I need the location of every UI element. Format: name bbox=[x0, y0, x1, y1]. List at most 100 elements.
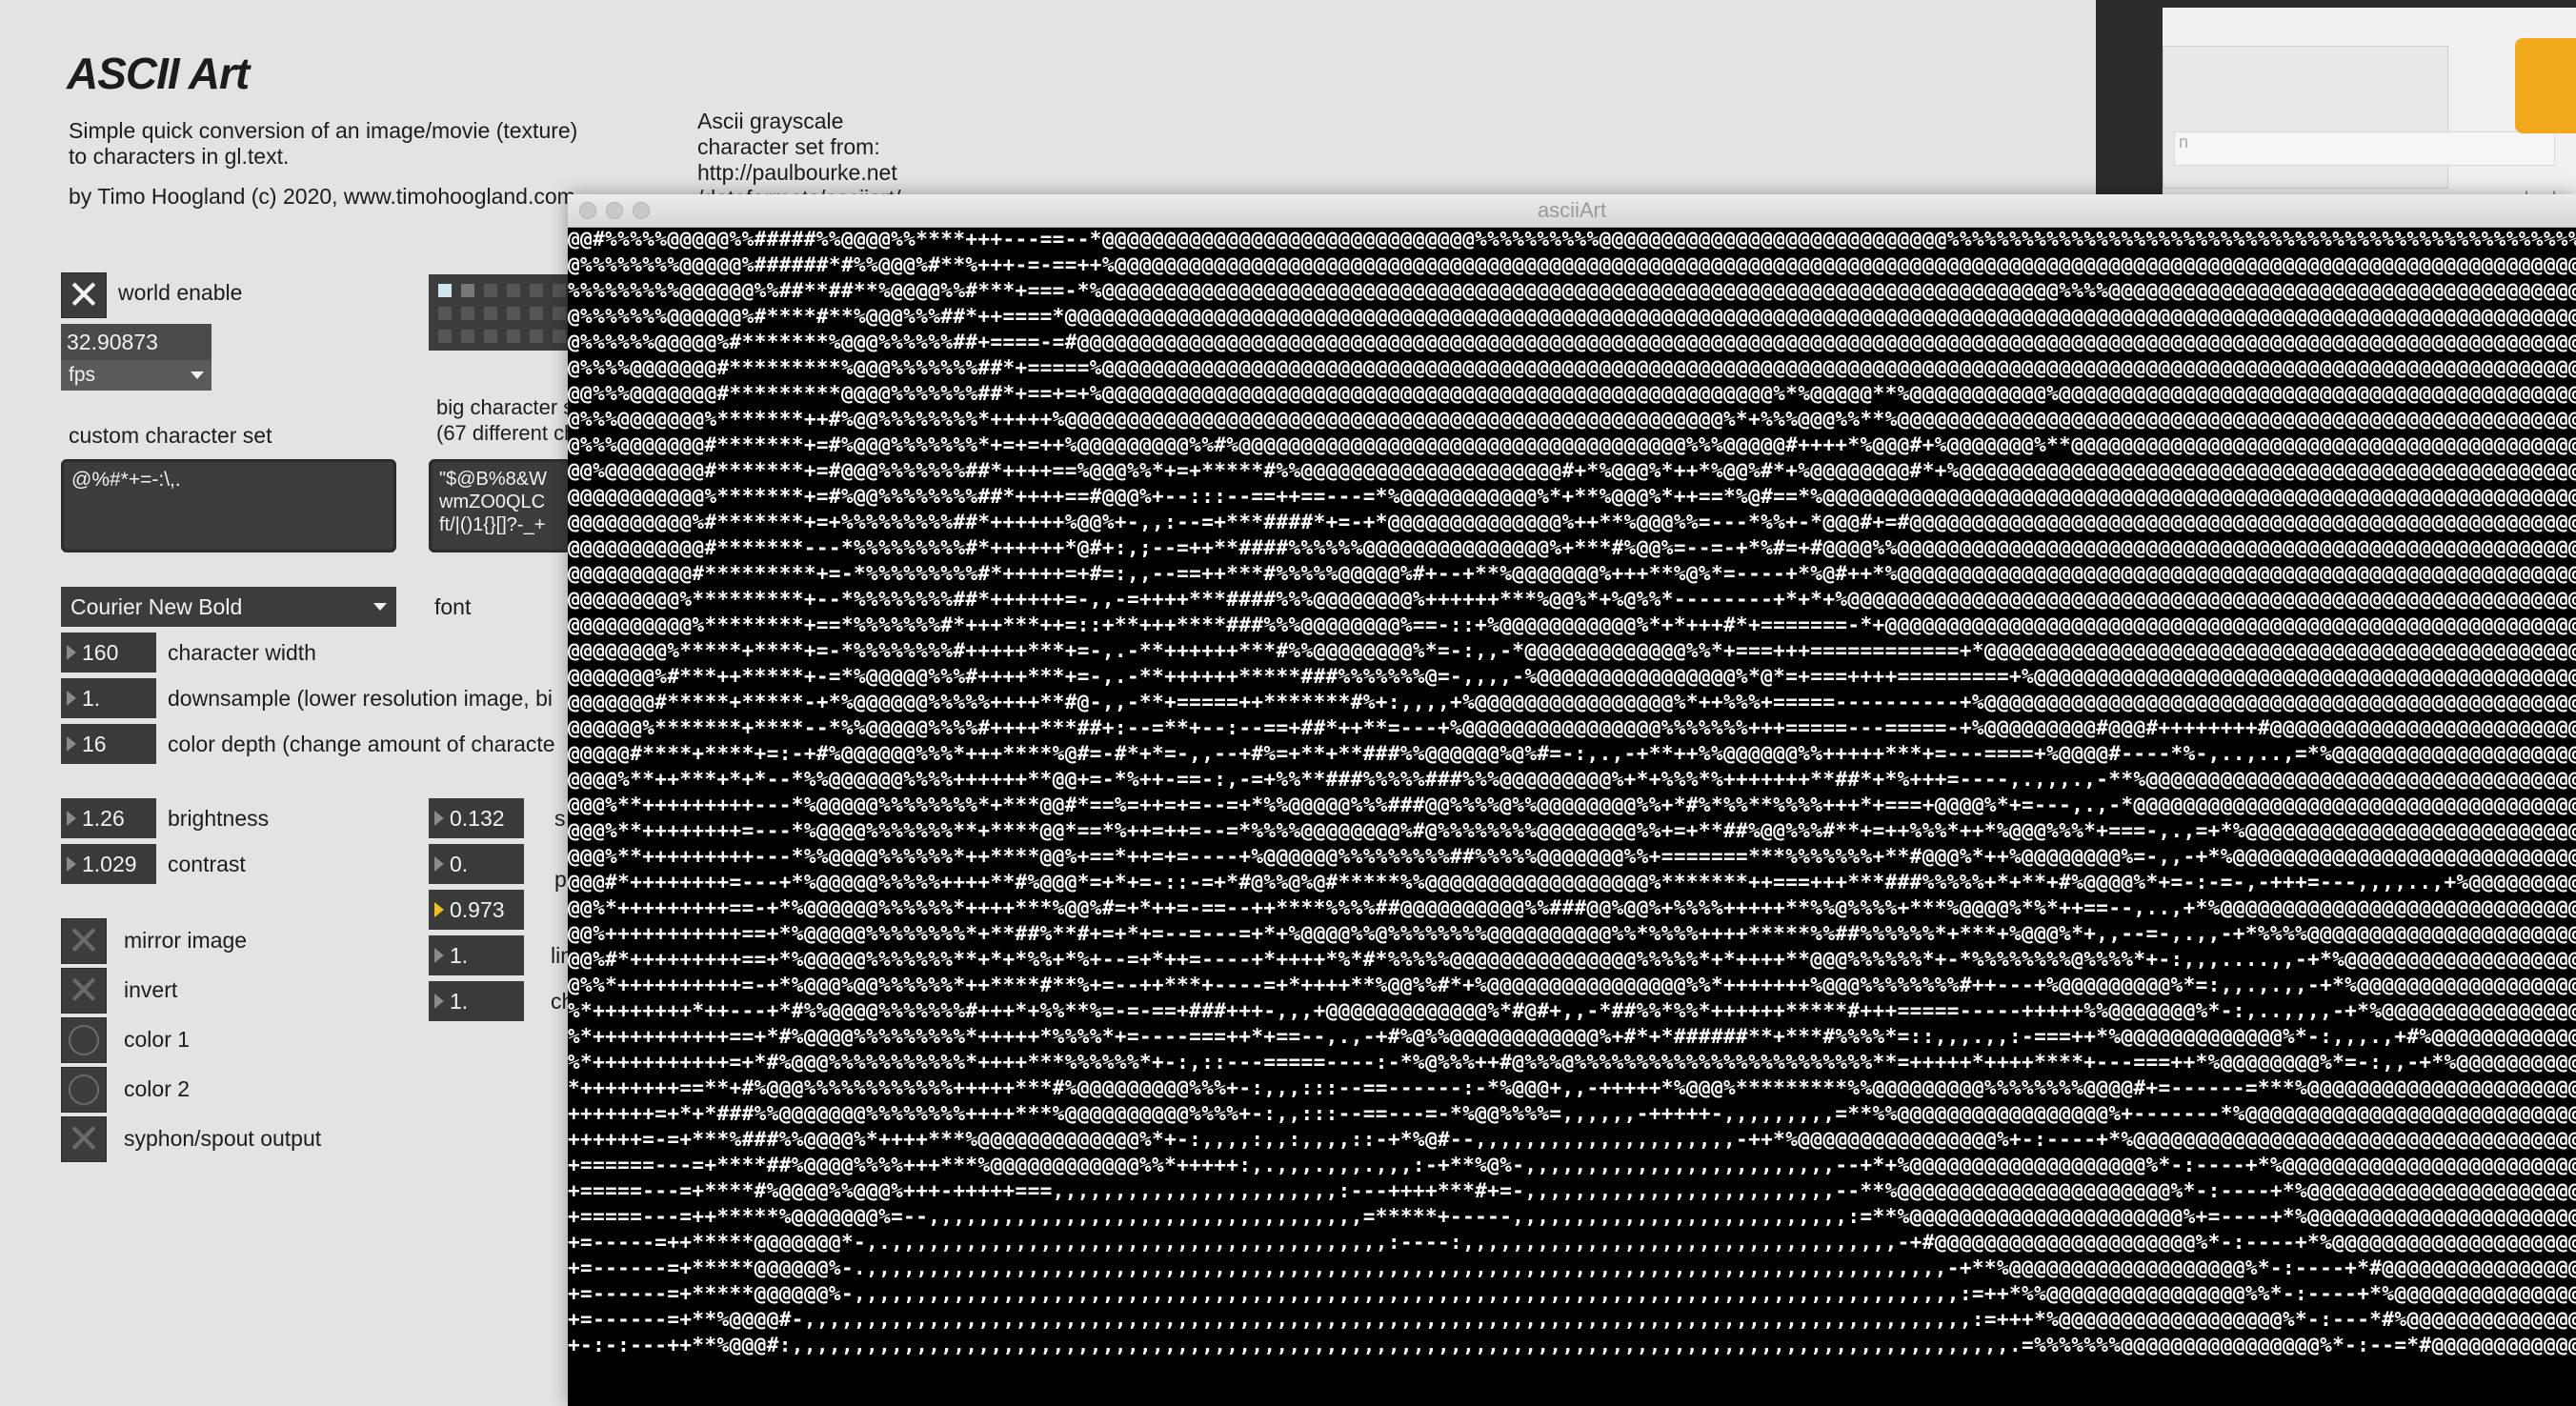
ascii-line: @@@@@@@@%*****+****+=-*%%%%%%%%#+++++***… bbox=[568, 639, 2576, 662]
matrix-cell[interactable] bbox=[438, 307, 452, 320]
big-charset-textedit[interactable]: "$@B%8&W wmZO0QLC ft/|()1{}[]?-_+ bbox=[429, 459, 572, 552]
invert-label: invert bbox=[124, 977, 178, 1002]
matrix-cell[interactable] bbox=[484, 307, 497, 320]
invert-toggle[interactable]: ✕ bbox=[61, 968, 107, 1014]
triangle-icon bbox=[434, 994, 444, 1009]
ascii-line: ++++++=-=+***%###%%@@@@%*++++***%@@@@@@@… bbox=[568, 1128, 2576, 1151]
background-window: n hash bbox=[2096, 0, 2576, 208]
ascii-line: @@%*+++++++++==-+*%@@@@@@%%%%%%*++++***%… bbox=[568, 896, 2576, 919]
font-menu[interactable]: Courier New Bold bbox=[61, 587, 396, 627]
ascii-line: @@@@@#****+****+=:-+#%@@@@@@%%%*+++****%… bbox=[568, 742, 2576, 765]
ascii-art-window[interactable]: asciiArt @@#%%%%%@@@@@%%#####%%@@@@%%***… bbox=[568, 194, 2576, 1406]
matrix-cell[interactable] bbox=[530, 307, 543, 320]
mirror-image-toggle[interactable]: ✕ bbox=[61, 918, 107, 964]
ascii-line: %*+++++++++++==+*#%@@@@%%%%%%%%%*+++++*%… bbox=[568, 1025, 2576, 1048]
triangle-icon bbox=[434, 948, 444, 963]
param-lin-number[interactable]: 1. bbox=[429, 935, 524, 975]
ascii-line: @@@@@@@@@@@%*******+=#%@@%%%%%%%%##*++++… bbox=[568, 485, 2576, 508]
matrix-cell[interactable] bbox=[530, 284, 543, 297]
triangle-icon bbox=[434, 856, 444, 872]
matrix-cell[interactable] bbox=[484, 284, 497, 297]
param-ch-number[interactable]: 1. bbox=[429, 981, 524, 1021]
color-depth-label: color depth (change amount of characte bbox=[168, 732, 555, 756]
matrix-control[interactable] bbox=[429, 274, 572, 351]
ascii-line: @%%%%%%@@@@@%#*******%@@@%%%%%%##+====-=… bbox=[568, 331, 2576, 353]
ascii-line: @@@@@@@#*****+*****-+*%@@@@@@%%%%%++++**… bbox=[568, 691, 2576, 713]
ascii-line: %*+++++++++++=+*#%@@@%%%%%%%%%%%*++++***… bbox=[568, 1051, 2576, 1074]
param-p-number[interactable]: 0. bbox=[429, 844, 524, 884]
saturation-number[interactable]: 0.132 bbox=[429, 798, 524, 838]
world-enable-toggle[interactable]: ✕ bbox=[61, 272, 107, 318]
color-2-button[interactable] bbox=[61, 1067, 107, 1113]
matrix-cell[interactable] bbox=[461, 284, 474, 297]
ascii-line: +=------=+*****@@@@@@%-.,,,,,,,,,,,,,,,,… bbox=[568, 1256, 2576, 1279]
matrix-cell[interactable] bbox=[507, 307, 520, 320]
color-depth-number[interactable]: 16 bbox=[61, 724, 156, 764]
matrix-cell[interactable] bbox=[438, 330, 452, 343]
brightness-label: brightness bbox=[168, 806, 270, 831]
color-2-label: color 2 bbox=[124, 1076, 191, 1101]
downsample-label: downsample (lower resolution image, bi bbox=[168, 686, 553, 711]
folder-icon bbox=[2515, 38, 2576, 133]
triangle-icon bbox=[434, 902, 444, 917]
ascii-line: +=====---=+****#%@@@@%%@@@%+++-+++++===,… bbox=[568, 1179, 2576, 1202]
color-1-button[interactable] bbox=[61, 1017, 107, 1063]
triangle-icon bbox=[67, 736, 76, 752]
patch-description: Simple quick conversion of an image/movi… bbox=[69, 118, 578, 169]
triangle-icon bbox=[67, 811, 76, 826]
matrix-cell[interactable] bbox=[484, 330, 497, 343]
matrix-cell[interactable] bbox=[553, 307, 566, 320]
circle-icon bbox=[69, 1025, 99, 1055]
fps-menu[interactable]: fps bbox=[61, 360, 211, 391]
syphon-spout-toggle[interactable]: ✕ bbox=[61, 1116, 107, 1162]
minimize-icon[interactable] bbox=[606, 202, 623, 219]
maximize-icon[interactable] bbox=[633, 202, 650, 219]
ascii-line: +======---=+****##%@@@@%%%%+++***%@@@@@@… bbox=[568, 1154, 2576, 1176]
ascii-line: @@@@@@@@@%*********+--*%%%%%%%%##*++++++… bbox=[568, 588, 2576, 611]
ascii-line: @@@@@@@@@@#*********+=-*%%%%%%%%%#*+++++… bbox=[568, 562, 2576, 585]
ascii-line: @@@@@@%*******+****--*%%@@@@@%%%%#++++**… bbox=[568, 716, 2576, 739]
matrix-cell[interactable] bbox=[461, 330, 474, 343]
circle-icon bbox=[69, 1075, 99, 1105]
param-active-number[interactable]: 0.973 bbox=[429, 890, 524, 930]
character-width-number[interactable]: 160 bbox=[61, 633, 156, 673]
ascii-line: %*++++++++*++---+*#%%@@@@%%%%%%%#+++*+%%… bbox=[568, 999, 2576, 1022]
window-titlebar[interactable]: asciiArt bbox=[568, 194, 2576, 228]
close-icon[interactable] bbox=[579, 202, 596, 219]
matrix-cell[interactable] bbox=[530, 330, 543, 343]
ascii-line: @@@%**++++++++=---*%@@@@%%%%%%%**+****@@… bbox=[568, 819, 2576, 842]
ascii-line: @@@@@@@%#***++*****+-=*%@@@@@%%%#++++***… bbox=[568, 665, 2576, 688]
color-1-label: color 1 bbox=[124, 1027, 191, 1052]
fps-display: 32.90873 bbox=[61, 324, 211, 360]
font-menu-label: Courier New Bold bbox=[70, 593, 243, 619]
matrix-cell[interactable] bbox=[553, 330, 566, 343]
param-p-label: p bbox=[554, 867, 567, 892]
character-width-label: character width bbox=[168, 640, 316, 665]
ascii-line: @@#%%%%%@@@@@%%#####%%@@@@%%****+++---==… bbox=[568, 228, 2576, 251]
matrix-cell[interactable] bbox=[438, 284, 452, 297]
ascii-line: @@@@@@@@@@%********+==*%%%%%%%#*+++***++… bbox=[568, 613, 2576, 636]
matrix-cell[interactable] bbox=[461, 307, 474, 320]
background-panel bbox=[2163, 46, 2448, 189]
ascii-line: +-:-:---++**%@@@#:,,,,,,,,,,,,,,,,,,,,,,… bbox=[568, 1334, 2576, 1356]
x-icon: ✕ bbox=[67, 917, 101, 964]
custom-charset-textedit[interactable]: @%#*+=-:\,. bbox=[61, 459, 396, 552]
window-title: asciiArt bbox=[1537, 198, 1607, 222]
ascii-line: @@@%**+++++++++---*%%@@@@%%%%%%*++****@@… bbox=[568, 845, 2576, 868]
background-window-pane: n hash bbox=[2163, 8, 2576, 208]
matrix-cell[interactable] bbox=[507, 284, 520, 297]
ascii-line: @%%*++++++++++=-+*%@@@%@@%%%%%%*++****#*… bbox=[568, 974, 2576, 996]
ascii-render-output: @@#%%%%%@@@@@%%#####%%@@@@%%****+++---==… bbox=[568, 227, 2576, 1406]
contrast-number[interactable]: 1.029 bbox=[61, 844, 156, 884]
chevron-down-icon bbox=[373, 603, 387, 611]
x-icon: ✕ bbox=[67, 967, 101, 1014]
ascii-line: +=-----=++*****@@@@@@@*-,.,,,,,,,,,,,,,,… bbox=[568, 1231, 2576, 1254]
ascii-line: @%%%%%%%%@@@@@%######*#%%@@@%#**%+++-=-=… bbox=[568, 253, 2576, 276]
matrix-cell[interactable] bbox=[507, 330, 520, 343]
matrix-cell[interactable] bbox=[553, 284, 566, 297]
downsample-number[interactable]: 1. bbox=[61, 678, 156, 718]
triangle-icon bbox=[434, 811, 444, 826]
brightness-number[interactable]: 1.26 bbox=[61, 798, 156, 838]
chevron-down-icon bbox=[191, 372, 204, 379]
ascii-line: +++++++=+*+*###%%@@@@@@@%%%%%%%%++++***%… bbox=[568, 1102, 2576, 1125]
